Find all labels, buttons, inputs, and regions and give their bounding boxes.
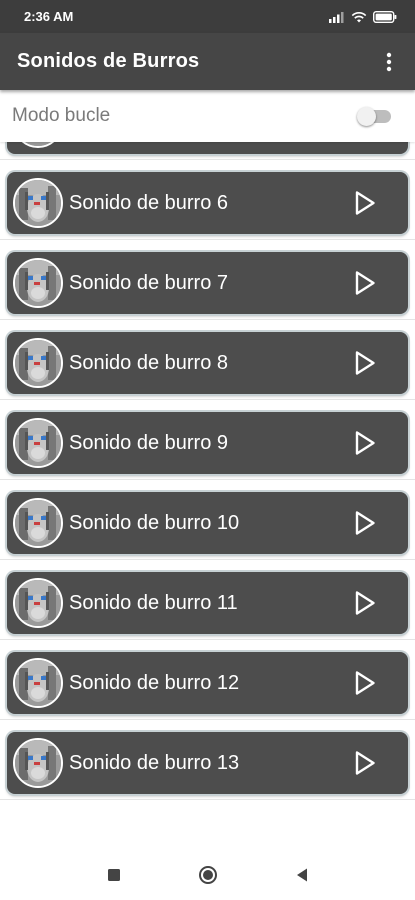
more-vert-icon[interactable] [377, 42, 401, 82]
donkey-avatar-icon [13, 178, 63, 228]
sound-label: Sonido de burro 6 [69, 191, 229, 214]
donkey-avatar-icon [13, 418, 63, 468]
loop-mode-switch[interactable] [357, 105, 391, 127]
list-item: Sonido de burro 8 [0, 320, 415, 400]
donkey-avatar-icon [13, 498, 63, 548]
sound-label: Sonido de burro 8 [69, 351, 229, 374]
sound-card[interactable]: Sonido de burro 10 [7, 492, 408, 554]
play-icon[interactable] [352, 189, 378, 217]
play-icon[interactable] [352, 269, 378, 297]
play-icon[interactable] [352, 669, 378, 697]
donkey-avatar-icon [13, 738, 63, 788]
loop-mode-row: Modo bucle [0, 90, 415, 142]
signal-icon [329, 11, 344, 23]
sound-card[interactable]: Sonido de burro 13 [7, 732, 408, 794]
list-item: Sonido de burro 11 [0, 560, 415, 640]
list-item: Sonido de burro 5 [0, 142, 415, 160]
app-title: Sonidos de Burros [17, 50, 200, 72]
sound-label: Sonido de burro 13 [69, 751, 240, 774]
sound-card[interactable]: Sonido de burro 11 [7, 572, 408, 634]
switch-thumb [357, 107, 376, 126]
list-item: Sonido de burro 13 [0, 720, 415, 800]
donkey-avatar-icon [13, 338, 63, 388]
battery-icon [373, 10, 397, 23]
donkey-avatar-icon [13, 658, 63, 708]
list-item: Sonido de burro 10 [0, 480, 415, 560]
donkey-avatar-icon [13, 578, 63, 628]
status-icons [329, 10, 397, 23]
wifi-icon [351, 11, 367, 22]
sound-label: Sonido de burro 7 [69, 271, 229, 294]
play-icon[interactable] [352, 349, 378, 377]
sound-list-inner: Sonido de burro 5 Sonido de burro 6 Sonido… [0, 142, 415, 800]
donkey-avatar-icon [13, 142, 63, 148]
play-icon[interactable] [352, 589, 378, 617]
list-item: Sonido de burro 6 [0, 160, 415, 240]
play-icon[interactable] [352, 749, 378, 777]
back-icon[interactable] [290, 863, 314, 887]
sound-card[interactable]: Sonido de burro 8 [7, 332, 408, 394]
loop-mode-label: Modo bucle [12, 105, 111, 126]
sound-card[interactable]: Sonido de burro 7 [7, 252, 408, 314]
sound-card[interactable]: Sonido de burro 9 [7, 412, 408, 474]
sound-label: Sonido de burro 9 [69, 431, 229, 454]
sound-label: Sonido de burro 11 [69, 591, 238, 614]
donkey-avatar-icon [13, 258, 63, 308]
status-bar: 2:36 AM [0, 0, 415, 33]
list-item: Sonido de burro 12 [0, 640, 415, 720]
play-icon[interactable] [352, 509, 378, 537]
sound-card[interactable]: Sonido de burro 5 [7, 142, 408, 154]
sound-list[interactable]: Sonido de burro 5 Sonido de burro 6 Sonido… [0, 142, 415, 850]
system-nav-bar [0, 850, 415, 900]
play-icon[interactable] [352, 429, 378, 457]
home-icon[interactable] [196, 863, 220, 887]
sound-label: Sonido de burro 12 [69, 671, 240, 694]
sound-label: Sonido de burro 10 [69, 511, 240, 534]
recents-icon[interactable] [102, 863, 126, 887]
list-item: Sonido de burro 7 [0, 240, 415, 320]
app-bar: Sonidos de Burros [0, 33, 415, 90]
list-item: Sonido de burro 9 [0, 400, 415, 480]
sound-card[interactable]: Sonido de burro 6 [7, 172, 408, 234]
status-time: 2:36 AM [24, 9, 74, 24]
sound-card[interactable]: Sonido de burro 12 [7, 652, 408, 714]
